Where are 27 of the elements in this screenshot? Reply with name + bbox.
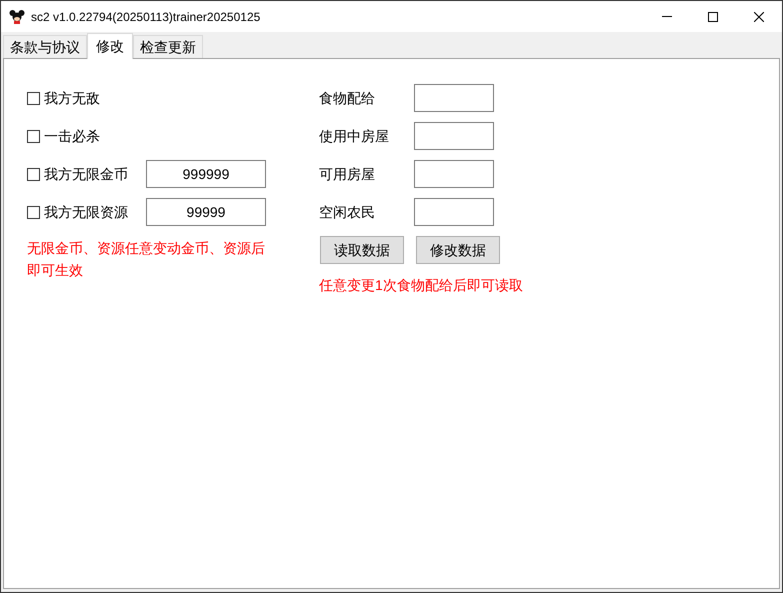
checkbox-label: 我方无限金币 — [44, 164, 129, 184]
checkbox[interactable] — [27, 168, 40, 180]
input-field[interactable] — [414, 122, 494, 150]
checkbox-label: 我方无限资源 — [44, 202, 129, 222]
field-label: 空闲农民 — [319, 202, 376, 222]
action-button[interactable]: 读取数据 — [320, 236, 404, 264]
field-label: 使用中房屋 — [319, 126, 390, 146]
input-field[interactable]: 999999 — [146, 160, 266, 188]
tab[interactable]: 检查更新 — [133, 35, 203, 59]
note-text: 任意变更1次食物配给后即可读取 — [319, 276, 523, 295]
input-field[interactable] — [414, 198, 494, 226]
input-field[interactable]: 99999 — [146, 198, 266, 226]
checkbox[interactable] — [27, 130, 40, 142]
note-text: 无限金币、资源任意变动金币、资源后即可生效 — [27, 239, 266, 280]
checkbox-label: 一击必杀 — [44, 126, 101, 146]
window-title: sc2 v1.0.22794(20250113)trainer20250125 — [31, 8, 260, 26]
input-field[interactable] — [414, 160, 494, 188]
tab[interactable]: 修改 — [87, 33, 133, 59]
checkbox[interactable] — [27, 92, 40, 104]
action-button[interactable]: 修改数据 — [416, 236, 500, 264]
checkbox-label: 我方无敌 — [44, 88, 101, 108]
checkbox[interactable] — [27, 206, 40, 218]
input-field[interactable] — [414, 84, 494, 112]
field-label: 可用房屋 — [319, 164, 376, 184]
tab[interactable]: 条款与协议 — [3, 35, 87, 59]
app-icon — [9, 8, 25, 24]
field-label: 食物配给 — [319, 88, 376, 108]
